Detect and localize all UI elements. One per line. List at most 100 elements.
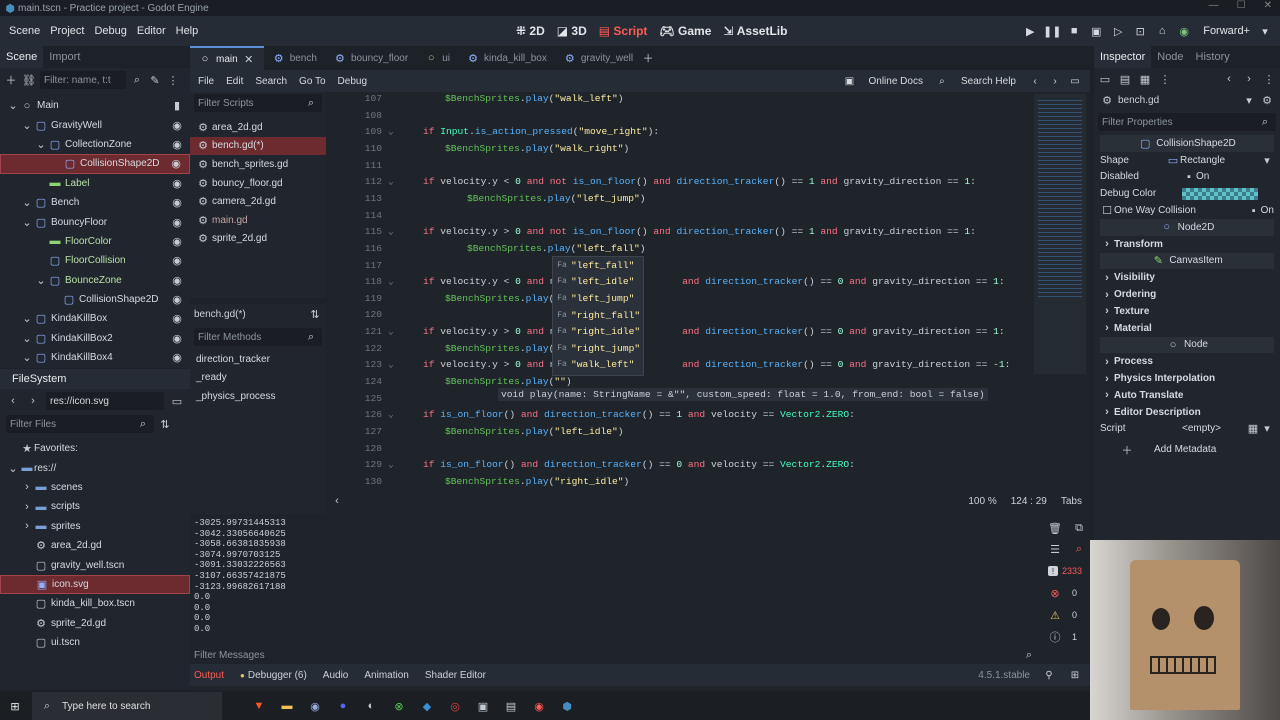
method-item[interactable]: direction_tracker [190, 350, 326, 369]
scene-filter-input[interactable]: Filter: name, t:t [40, 71, 126, 89]
filter-search-icon[interactable]: ⌕ [1072, 542, 1086, 556]
method-filter-input[interactable]: Filter Methods ⌕ [194, 328, 322, 346]
file-item[interactable]: ⚙ area_2d.gd [0, 536, 190, 555]
renderer-select[interactable]: Forward+ [1203, 25, 1250, 37]
completion-item[interactable]: Fa "right_idle" [553, 323, 643, 340]
toggle-panel-icon[interactable]: ▭ [1068, 74, 1082, 88]
prev-script-icon[interactable]: ‹ [1028, 74, 1042, 88]
file-item[interactable]: › ▬ sprites [0, 517, 190, 536]
tab-scene[interactable]: Scene [0, 46, 44, 68]
next-script-icon[interactable]: › [1048, 74, 1062, 88]
chevron-down-icon[interactable]: ⌄ [34, 273, 48, 287]
scene-node[interactable]: ⌄ ▢ BouncyFloor ◉ [0, 212, 190, 231]
add-node-icon[interactable]: ＋ [4, 73, 18, 87]
workspace-game[interactable]: 🎮︎ Game [659, 24, 711, 38]
bottom-tab-shader-editor[interactable]: Shader Editor [425, 670, 486, 681]
menu-project[interactable]: Project [45, 25, 89, 37]
back-icon[interactable]: ‹ [6, 394, 20, 408]
scene-node[interactable]: ⌄ ▢ KindaKillBox2 ◉ [0, 329, 190, 348]
scene-node[interactable]: ⌄ ○ Main ▮ [0, 96, 190, 115]
discord-icon[interactable]: ● [336, 699, 350, 713]
taskbar-search[interactable]: ⌕ Type here to search [32, 692, 222, 720]
scene-node[interactable]: ▢ CollisionShape2D ◉ [0, 290, 190, 309]
chevron-down-icon[interactable] [34, 176, 48, 190]
section-visibility[interactable]: › Visibility [1100, 269, 1274, 286]
scene-node[interactable]: ▢ CollisionShape2D ◉ [0, 154, 190, 174]
scene-node[interactable]: ⌄ ▢ CollectionZone ◉ [0, 135, 190, 154]
vscode-icon[interactable]: ◆ [420, 699, 434, 713]
visibility-icon[interactable]: ◉ [170, 234, 184, 248]
collapse-icon[interactable]: ☰ [1048, 542, 1062, 556]
forward-icon[interactable]: › [26, 394, 40, 408]
play-custom-icon[interactable]: ▷ [1111, 24, 1125, 38]
fold-arrow-icon[interactable]: ⌄ [388, 326, 394, 337]
editor-tab-kinda-kill-box[interactable]: ⚙ kinda_kill_box [458, 46, 555, 70]
tab-history[interactable]: History [1190, 46, 1236, 68]
play-scene-icon[interactable]: ▣ [1089, 24, 1103, 38]
script-menu-go-to[interactable]: Go To [293, 76, 332, 87]
script-item[interactable]: ⚙ sprite_2d.gd [190, 230, 326, 249]
scene-node[interactable]: ▢ FloorCollision ◉ [0, 251, 190, 270]
chevron-down-icon[interactable] [48, 293, 62, 307]
editor-tab-bench[interactable]: ⚙ bench [264, 46, 325, 70]
res-root[interactable]: ⌄ ▬ res:// [0, 458, 190, 477]
section-editor-description[interactable]: › Editor Description [1100, 404, 1274, 421]
menu-help[interactable]: Help [171, 25, 204, 37]
visibility-icon[interactable]: ◉ [170, 118, 184, 132]
completion-item[interactable]: Fa "right_jump" [553, 340, 643, 357]
open-resource-icon[interactable]: ▤ [1118, 72, 1132, 86]
more-icon[interactable]: ⋮ [1158, 72, 1172, 86]
fold-arrow-icon[interactable]: ⌄ [388, 409, 394, 420]
movie-maker-icon[interactable]: ⊡ [1133, 24, 1147, 38]
minimize-window-icon[interactable]: — [1209, 0, 1219, 11]
close-window-icon[interactable]: ✕ [1264, 0, 1272, 11]
bottom-tab-audio[interactable]: Audio [323, 670, 349, 681]
script-item[interactable]: ⚙ main.gd [190, 211, 326, 230]
file-item[interactable]: ▢ ui.tscn [0, 633, 190, 652]
menu-debug[interactable]: Debug [89, 25, 131, 37]
brave-icon[interactable]: ▼ [252, 699, 266, 713]
script-menu-search[interactable]: Search [249, 76, 293, 87]
sort-icon[interactable]: ⇅ [308, 307, 322, 321]
workspace-assetlib[interactable]: ⇲ AssetLib [723, 24, 787, 38]
message-icon[interactable]: ! [1048, 566, 1058, 576]
fold-arrow-icon[interactable]: ⌄ [388, 126, 394, 137]
completion-item[interactable]: Fa "left_fall" [553, 257, 643, 274]
debug-color-swatch[interactable] [1182, 187, 1258, 200]
section-physics-interpolation[interactable]: › Physics Interpolation [1100, 370, 1274, 387]
chevron-down-icon[interactable]: ⌄ [20, 331, 34, 345]
favorites[interactable]: ★ Favorites: [0, 439, 190, 458]
completion-item[interactable]: Fa "walk_left" [553, 357, 643, 374]
layout-icon[interactable]: ⊞ [1068, 668, 1082, 682]
link-icon[interactable]: ⛓ [22, 73, 36, 87]
visibility-icon[interactable]: ◉ [170, 331, 184, 345]
save-resource-icon[interactable]: ▦ [1138, 72, 1152, 86]
file-item[interactable]: ▣ icon.svg [0, 574, 190, 595]
fold-arrow-icon[interactable]: ⌄ [388, 176, 394, 187]
chevron-down-icon[interactable] [49, 157, 63, 171]
sort-icon[interactable]: ⇅ [158, 417, 172, 431]
chevron-down-icon[interactable]: ⌄ [20, 118, 34, 132]
minimap[interactable] [1034, 94, 1086, 374]
section-ordering[interactable]: › Ordering [1100, 286, 1274, 303]
section-material[interactable]: › Material [1100, 320, 1274, 337]
file-item[interactable]: ⚙ sprite_2d.gd [0, 614, 190, 633]
output-filter[interactable]: Filter Messages ⌕ [190, 645, 1040, 665]
terminal-icon[interactable]: ▣ [476, 699, 490, 713]
file-item[interactable]: ▢ kinda_kill_box.tscn [0, 594, 190, 613]
chevron-down-icon[interactable]: ⌄ [20, 215, 34, 229]
pause-icon[interactable]: ❚❚ [1043, 24, 1061, 38]
fold-arrow-icon[interactable]: ⌄ [388, 276, 394, 287]
visibility-icon[interactable]: ◉ [169, 157, 183, 171]
script-item[interactable]: ⚙ bouncy_floor.gd [190, 174, 326, 193]
remote-debug-icon[interactable]: ⌂ [1155, 24, 1169, 38]
script-icon[interactable]: ▮ [170, 99, 184, 113]
notepad-icon[interactable]: ▤ [504, 699, 518, 713]
chevron-down-icon[interactable]: ⌄ [34, 137, 48, 151]
method-item[interactable]: _physics_process [190, 387, 326, 406]
file-item[interactable]: › ▬ scripts [0, 497, 190, 516]
script-item[interactable]: ⚙ bench.gd(*) [190, 136, 326, 156]
one-way-collision-property[interactable]: ☐ One Way Collision ▪ On [1100, 202, 1274, 219]
file-explorer-icon[interactable]: ▬ [280, 699, 294, 713]
script-menu-edit[interactable]: Edit [220, 76, 249, 87]
